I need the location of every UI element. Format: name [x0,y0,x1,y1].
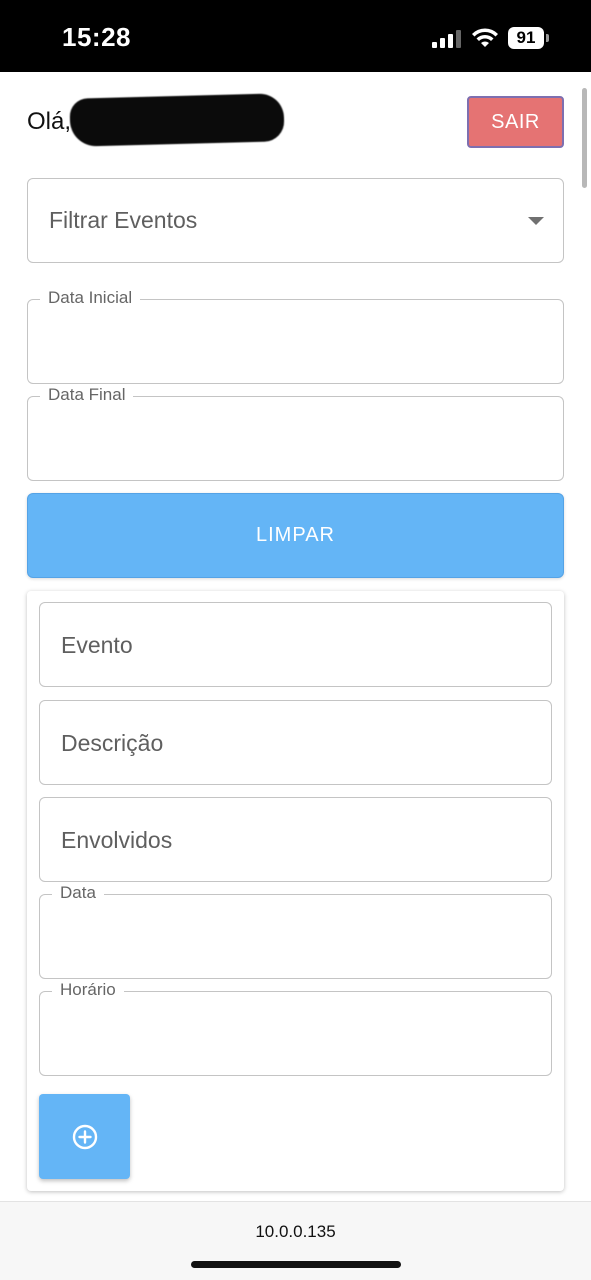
involved-placeholder: Envolvidos [61,827,173,853]
browser-url-bar[interactable]: 10.0.0.135 [0,1201,591,1280]
redacted-username [69,93,285,147]
start-date-field[interactable]: Data Inicial [27,288,564,384]
time-field[interactable]: Horário [39,980,552,1076]
add-event-button[interactable] [39,1094,130,1179]
plus-circle-icon [72,1124,97,1149]
time-label: Horário [52,980,124,1000]
event-input[interactable]: Evento [39,602,552,687]
filter-events-placeholder: Filtrar Eventos [49,207,198,233]
chevron-down-icon [528,217,544,225]
greeting-text: Olá, [27,108,72,135]
scrollbar[interactable] [582,88,587,188]
url-text: 10.0.0.135 [255,1222,336,1241]
battery-icon: 91 [508,27,550,49]
battery-level: 91 [508,27,544,49]
status-bar: 15:28 91 [0,0,591,72]
description-placeholder: Descrição [61,730,164,756]
description-input[interactable]: Descrição [39,700,552,785]
event-placeholder: Evento [61,632,133,658]
involved-input[interactable]: Envolvidos [39,797,552,882]
logout-button[interactable]: SAIR [467,96,564,148]
date-field[interactable]: Data [39,883,552,979]
clear-button[interactable]: LIMPAR [27,493,564,578]
end-date-label: Data Final [40,385,134,405]
status-time: 15:28 [62,22,131,52]
filter-events-select[interactable]: Filtrar Eventos [27,178,564,263]
wifi-icon [472,28,498,47]
start-date-label: Data Inicial [40,288,141,308]
signal-icon [432,30,461,48]
home-indicator[interactable] [191,1261,401,1268]
end-date-field[interactable]: Data Final [27,385,564,481]
date-label: Data [52,883,104,903]
